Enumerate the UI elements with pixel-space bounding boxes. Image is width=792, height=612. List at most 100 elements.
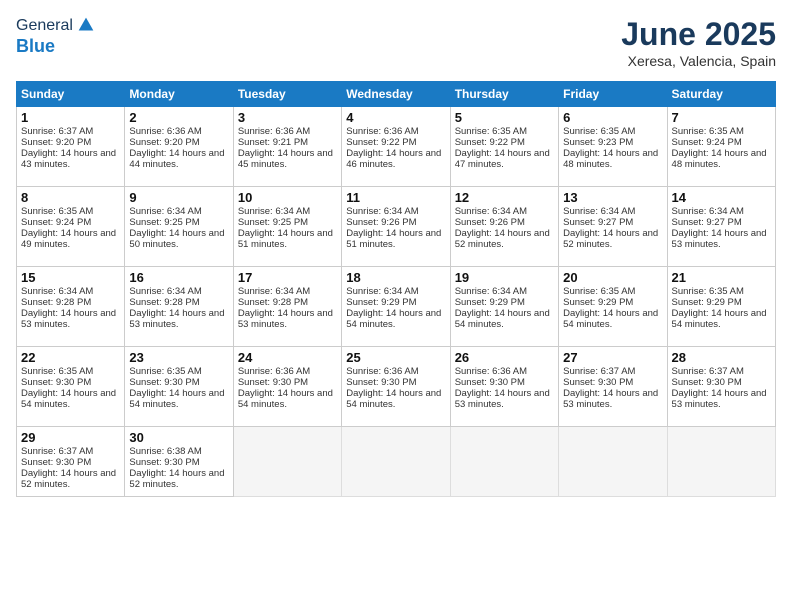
calendar-cell: 25Sunrise: 6:36 AMSunset: 9:30 PMDayligh… [342,347,450,427]
sunset-13: Sunset: 9:27 PM [563,217,633,228]
calendar-cell: 14Sunrise: 6:34 AMSunset: 9:27 PMDayligh… [667,187,775,267]
sunrise-2: Sunrise: 6:36 AM [129,126,201,137]
sunrise-30: Sunrise: 6:38 AM [129,446,201,457]
sunrise-21: Sunrise: 6:35 AM [672,286,744,297]
sunrise-15: Sunrise: 6:34 AM [21,286,93,297]
daylight-23: Daylight: 14 hours and 54 minutes. [129,388,224,410]
calendar-cell: 7Sunrise: 6:35 AMSunset: 9:24 PMDaylight… [667,107,775,187]
sunset-16: Sunset: 9:28 PM [129,297,199,308]
sunset-24: Sunset: 9:30 PM [238,377,308,388]
calendar-cell: 12Sunrise: 6:34 AMSunset: 9:26 PMDayligh… [450,187,558,267]
sunrise-24: Sunrise: 6:36 AM [238,366,310,377]
daylight-5: Daylight: 14 hours and 47 minutes. [455,148,550,170]
calendar-cell: 8Sunrise: 6:35 AMSunset: 9:24 PMDaylight… [17,187,125,267]
sunset-17: Sunset: 9:28 PM [238,297,308,308]
sunset-18: Sunset: 9:29 PM [346,297,416,308]
sunset-15: Sunset: 9:28 PM [21,297,91,308]
calendar-cell: 27Sunrise: 6:37 AMSunset: 9:30 PMDayligh… [559,347,667,427]
day-num-7: 7 [672,110,771,125]
logo: General Blue [16,16,97,57]
header-friday: Friday [559,82,667,107]
daylight-7: Daylight: 14 hours and 48 minutes. [672,148,767,170]
sunset-30: Sunset: 9:30 PM [129,457,199,468]
calendar-cell: 26Sunrise: 6:36 AMSunset: 9:30 PMDayligh… [450,347,558,427]
calendar-cell: 9Sunrise: 6:34 AMSunset: 9:25 PMDaylight… [125,187,233,267]
day-num-30: 30 [129,430,228,445]
sunrise-25: Sunrise: 6:36 AM [346,366,418,377]
calendar-cell [667,427,775,497]
calendar-cell: 3Sunrise: 6:36 AMSunset: 9:21 PMDaylight… [233,107,341,187]
sunrise-9: Sunrise: 6:34 AM [129,206,201,217]
sunset-27: Sunset: 9:30 PM [563,377,633,388]
calendar-cell: 6Sunrise: 6:35 AMSunset: 9:23 PMDaylight… [559,107,667,187]
sunset-1: Sunset: 9:20 PM [21,137,91,148]
daylight-21: Daylight: 14 hours and 54 minutes. [672,308,767,330]
header-saturday: Saturday [667,82,775,107]
month-title: June 2025 [621,16,776,53]
calendar-cell: 21Sunrise: 6:35 AMSunset: 9:29 PMDayligh… [667,267,775,347]
sunrise-10: Sunrise: 6:34 AM [238,206,310,217]
sunset-20: Sunset: 9:29 PM [563,297,633,308]
calendar-cell: 13Sunrise: 6:34 AMSunset: 9:27 PMDayligh… [559,187,667,267]
calendar-cell: 2Sunrise: 6:36 AMSunset: 9:20 PMDaylight… [125,107,233,187]
calendar-cell: 16Sunrise: 6:34 AMSunset: 9:28 PMDayligh… [125,267,233,347]
day-num-13: 13 [563,190,662,205]
day-num-6: 6 [563,110,662,125]
day-num-27: 27 [563,350,662,365]
day-num-28: 28 [672,350,771,365]
sunset-23: Sunset: 9:30 PM [129,377,199,388]
sunrise-29: Sunrise: 6:37 AM [21,446,93,457]
calendar-cell: 30Sunrise: 6:38 AMSunset: 9:30 PMDayligh… [125,427,233,497]
sunrise-18: Sunrise: 6:34 AM [346,286,418,297]
calendar-cell: 29Sunrise: 6:37 AMSunset: 9:30 PMDayligh… [17,427,125,497]
title-block: June 2025 Xeresa, Valencia, Spain [621,16,776,69]
day-num-20: 20 [563,270,662,285]
day-num-1: 1 [21,110,120,125]
sunrise-6: Sunrise: 6:35 AM [563,126,635,137]
daylight-8: Daylight: 14 hours and 49 minutes. [21,228,116,250]
calendar-cell [450,427,558,497]
sunset-5: Sunset: 9:22 PM [455,137,525,148]
sunrise-7: Sunrise: 6:35 AM [672,126,744,137]
sunrise-26: Sunrise: 6:36 AM [455,366,527,377]
day-num-14: 14 [672,190,771,205]
daylight-17: Daylight: 14 hours and 53 minutes. [238,308,333,330]
sunset-19: Sunset: 9:29 PM [455,297,525,308]
sunrise-19: Sunrise: 6:34 AM [455,286,527,297]
sunset-10: Sunset: 9:25 PM [238,217,308,228]
sunrise-4: Sunrise: 6:36 AM [346,126,418,137]
daylight-13: Daylight: 14 hours and 52 minutes. [563,228,658,250]
sunset-22: Sunset: 9:30 PM [21,377,91,388]
logo-icon [75,14,97,36]
daylight-11: Daylight: 14 hours and 51 minutes. [346,228,441,250]
sunset-6: Sunset: 9:23 PM [563,137,633,148]
daylight-22: Daylight: 14 hours and 54 minutes. [21,388,116,410]
day-num-3: 3 [238,110,337,125]
day-num-22: 22 [21,350,120,365]
calendar-cell: 20Sunrise: 6:35 AMSunset: 9:29 PMDayligh… [559,267,667,347]
day-num-8: 8 [21,190,120,205]
sunset-14: Sunset: 9:27 PM [672,217,742,228]
daylight-30: Daylight: 14 hours and 52 minutes. [129,468,224,490]
sunrise-23: Sunrise: 6:35 AM [129,366,201,377]
day-num-18: 18 [346,270,445,285]
daylight-20: Daylight: 14 hours and 54 minutes. [563,308,658,330]
header-thursday: Thursday [450,82,558,107]
sunrise-20: Sunrise: 6:35 AM [563,286,635,297]
header-tuesday: Tuesday [233,82,341,107]
header-wednesday: Wednesday [342,82,450,107]
daylight-19: Daylight: 14 hours and 54 minutes. [455,308,550,330]
sunrise-17: Sunrise: 6:34 AM [238,286,310,297]
day-num-2: 2 [129,110,228,125]
day-num-12: 12 [455,190,554,205]
day-num-10: 10 [238,190,337,205]
daylight-18: Daylight: 14 hours and 54 minutes. [346,308,441,330]
location: Xeresa, Valencia, Spain [621,53,776,69]
sunrise-16: Sunrise: 6:34 AM [129,286,201,297]
sunset-28: Sunset: 9:30 PM [672,377,742,388]
day-num-5: 5 [455,110,554,125]
calendar-cell [559,427,667,497]
sunset-8: Sunset: 9:24 PM [21,217,91,228]
calendar-cell: 23Sunrise: 6:35 AMSunset: 9:30 PMDayligh… [125,347,233,427]
sunset-4: Sunset: 9:22 PM [346,137,416,148]
